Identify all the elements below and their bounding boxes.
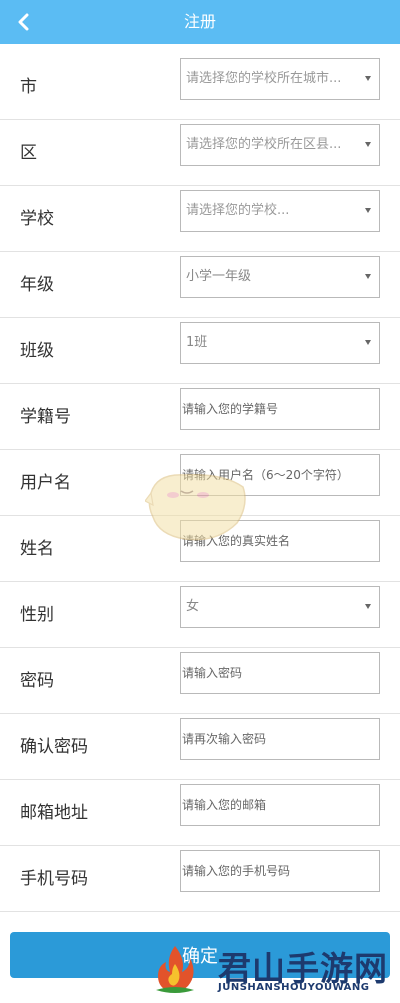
class-row: 班级 1班 [0, 318, 400, 384]
dropdown-arrow-icon [365, 76, 371, 81]
site-watermark: 君山手游网 JUNSHANSHOUYOUWANG [148, 938, 398, 1000]
district-label: 区 [20, 143, 37, 163]
dropdown-arrow-icon [365, 274, 371, 279]
email-field [180, 784, 380, 826]
password-row: 密码 [0, 648, 400, 714]
email-input[interactable] [181, 785, 379, 825]
student-id-field [180, 388, 380, 430]
class-value: 1班 [186, 335, 208, 350]
city-select[interactable]: 请选择您的学校所在城市... [180, 58, 380, 100]
student-id-input[interactable] [181, 389, 379, 429]
dropdown-arrow-icon [365, 604, 371, 609]
confirm-password-input[interactable] [181, 719, 379, 759]
student-id-row: 学籍号 [0, 384, 400, 450]
flame-logo-icon [156, 946, 194, 993]
confirm-password-row: 确认密码 [0, 714, 400, 780]
dropdown-arrow-icon [365, 142, 371, 147]
real-name-label: 姓名 [20, 539, 54, 559]
password-input[interactable] [181, 653, 379, 693]
city-label: 市 [20, 77, 37, 97]
confirm-password-field [180, 718, 380, 760]
phone-row: 手机号码 [0, 846, 400, 912]
top-bar: 注册 [0, 0, 400, 44]
student-id-label: 学籍号 [20, 407, 71, 427]
password-label: 密码 [20, 671, 54, 691]
school-select[interactable]: 请选择您的学校... [180, 190, 380, 232]
city-placeholder: 请选择您的学校所在城市... [186, 71, 342, 86]
class-label: 班级 [20, 341, 54, 361]
email-label: 邮箱地址 [20, 803, 88, 823]
district-row: 区 请选择您的学校所在区县... [0, 120, 400, 186]
phone-field [180, 850, 380, 892]
district-select[interactable]: 请选择您的学校所在区县... [180, 124, 380, 166]
grade-row: 年级 小学一年级 [0, 252, 400, 318]
gender-select[interactable]: 女 [180, 586, 380, 628]
school-placeholder: 请选择您的学校... [186, 203, 290, 218]
watermark-subtitle: JUNSHANSHOUYOUWANG [218, 982, 370, 993]
dropdown-arrow-icon [365, 208, 371, 213]
page-title: 注册 [183, 12, 216, 31]
class-select[interactable]: 1班 [180, 322, 380, 364]
dropdown-arrow-icon [365, 340, 371, 345]
phone-label: 手机号码 [20, 869, 88, 889]
grade-select[interactable]: 小学一年级 [180, 256, 380, 298]
grade-label: 年级 [20, 275, 54, 295]
confirm-password-label: 确认密码 [20, 737, 88, 757]
city-row: 市 请选择您的学校所在城市... [0, 54, 400, 120]
school-label: 学校 [20, 209, 54, 229]
password-field [180, 652, 380, 694]
gender-row: 性别 女 [0, 582, 400, 648]
username-label: 用户名 [20, 473, 71, 493]
gender-value: 女 [186, 599, 200, 614]
phone-input[interactable] [181, 851, 379, 891]
school-row: 学校 请选择您的学校... [0, 186, 400, 252]
grade-value: 小学一年级 [186, 269, 252, 284]
mascot-watermark-icon [145, 474, 246, 541]
email-row: 邮箱地址 [0, 780, 400, 846]
district-placeholder: 请选择您的学校所在区县... [186, 137, 342, 152]
gender-label: 性别 [20, 605, 54, 625]
